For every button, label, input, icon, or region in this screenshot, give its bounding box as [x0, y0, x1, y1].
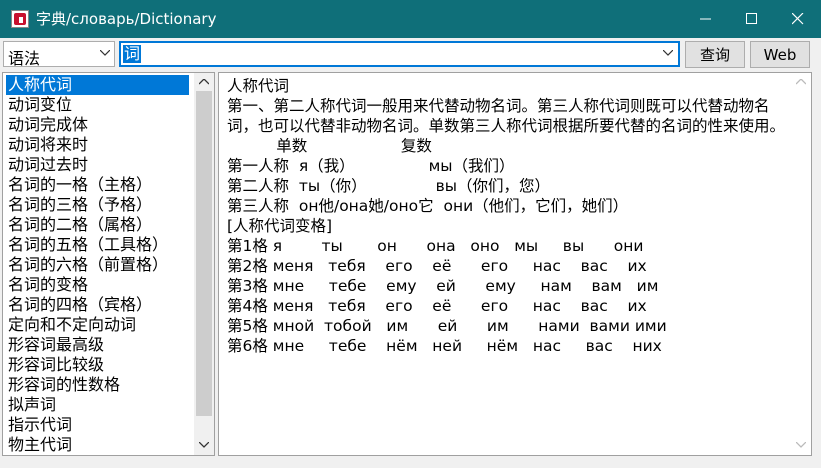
definition-line: 第2格 меня тебя его её его нас вас их	[227, 257, 647, 275]
definition-line: 第三人称 он他/она她/оно它 они（他们，它们，她们）	[227, 197, 629, 215]
list-item[interactable]: 指示代词	[6, 415, 189, 435]
definition-line: 第一人称 я（我） мы（我们）	[227, 157, 515, 175]
definition-line: 单数 复数	[227, 137, 432, 155]
search-input[interactable]: 词	[119, 41, 680, 67]
chevron-down-icon	[663, 50, 673, 56]
close-icon	[792, 13, 804, 25]
web-button[interactable]: Web	[750, 41, 810, 68]
definition-line: 第1格 я ты он она оно мы вы они	[227, 237, 644, 255]
topic-list[interactable]: 人称代词 动词变位 动词完成体 动词将来时 动词过去时 名词的一格（主格） 名词的三格（予格…	[2, 72, 215, 456]
definition-line: 第4格 меня тебя его её его нас вас их	[227, 297, 647, 315]
chevron-up-icon	[199, 78, 209, 84]
status-bar	[0, 458, 821, 468]
definition-intro: 第一、第二人称代词一般用来代替动物名词。第三人称代词则既可以代替动物名词，也可以…	[227, 97, 786, 135]
list-item[interactable]: 名词的变格	[6, 275, 189, 295]
list-scroll-thumb[interactable]	[196, 91, 212, 416]
search-value: 词	[123, 44, 142, 63]
minimize-icon	[700, 18, 711, 20]
title-bar: 字典/словарь/Dictionary	[0, 0, 821, 38]
list-item[interactable]: 名词的五格（工具格）	[6, 235, 189, 255]
scroll-up-button[interactable]	[791, 73, 811, 90]
window-title: 字典/словарь/Dictionary	[36, 10, 217, 28]
definition-pane[interactable]: 人称代词 第一、第二人称代词一般用来代替动物名词。第三人称代词则既可以代替动物名…	[218, 72, 812, 456]
list-item[interactable]: 形容词比较级	[6, 355, 189, 375]
definition-heading: 人称代词	[227, 77, 290, 95]
topic-items: 人称代词 动词变位 动词完成体 动词将来时 动词过去时 名词的一格（主格） 名词的三格（予格…	[6, 75, 189, 455]
content-scrollbar[interactable]	[791, 73, 811, 455]
maximize-icon	[746, 13, 757, 24]
scroll-up-button[interactable]	[194, 73, 214, 90]
list-item[interactable]: 形容词最高级	[6, 335, 189, 355]
list-item[interactable]: 动词完成体	[6, 115, 189, 135]
list-item[interactable]: 名词的一格（主格）	[6, 175, 189, 195]
list-item[interactable]: 人称代词	[6, 75, 189, 95]
definition-line: [人称代词变格]	[227, 217, 333, 235]
list-item[interactable]: 定向和不定向动词	[6, 315, 189, 335]
lookup-button[interactable]: 查询	[685, 41, 745, 68]
category-select[interactable]: 语法	[3, 41, 115, 68]
app-icon	[11, 10, 29, 28]
category-value: 语法	[8, 49, 41, 68]
definition-text: 人称代词 第一、第二人称代词一般用来代替动物名词。第三人称代词则既可以代替动物名…	[227, 76, 787, 356]
list-item[interactable]: 名词的三格（予格）	[6, 195, 189, 215]
list-item[interactable]: 动词将来时	[6, 135, 189, 155]
definition-line: 第二人称 ты（你） вы（你们，您）	[227, 177, 550, 195]
toolbar: 语法 词 查询 Web	[0, 38, 821, 70]
close-button[interactable]	[775, 0, 821, 38]
list-item[interactable]: 物主代词	[6, 435, 189, 455]
definition-line: 第3格 мне тебе ему ей ему нам вам им	[227, 277, 659, 295]
list-item[interactable]: 名词的四格（宾格）	[6, 295, 189, 315]
list-item[interactable]: 形容词的性数格	[6, 375, 189, 395]
chevron-down-icon	[796, 441, 806, 448]
minimize-button[interactable]	[683, 0, 729, 38]
list-item[interactable]: 动词变位	[6, 95, 189, 115]
scroll-down-button[interactable]	[194, 436, 214, 453]
list-item[interactable]: 拟声词	[6, 395, 189, 415]
chevron-down-icon	[199, 441, 209, 448]
definition-line: 第6格 мне тебе нём ней нём нас вас них	[227, 337, 662, 355]
list-item[interactable]: 动词过去时	[6, 155, 189, 175]
definition-line: 第5格 мной тобой им ей им нами вами ими	[227, 317, 667, 335]
chevron-up-icon	[796, 78, 806, 84]
definition-lines: 单数 复数第一人称 я（我） мы（我们） 第二人称 ты（你） вы（你们，您）…	[227, 136, 787, 356]
list-scrollbar[interactable]	[194, 73, 214, 455]
list-item[interactable]: 名词的六格（前置格）	[6, 255, 189, 275]
chevron-down-icon	[100, 50, 110, 56]
scroll-down-button[interactable]	[791, 436, 811, 453]
maximize-button[interactable]	[729, 0, 775, 38]
list-item[interactable]: 名词的二格（属格）	[6, 215, 189, 235]
